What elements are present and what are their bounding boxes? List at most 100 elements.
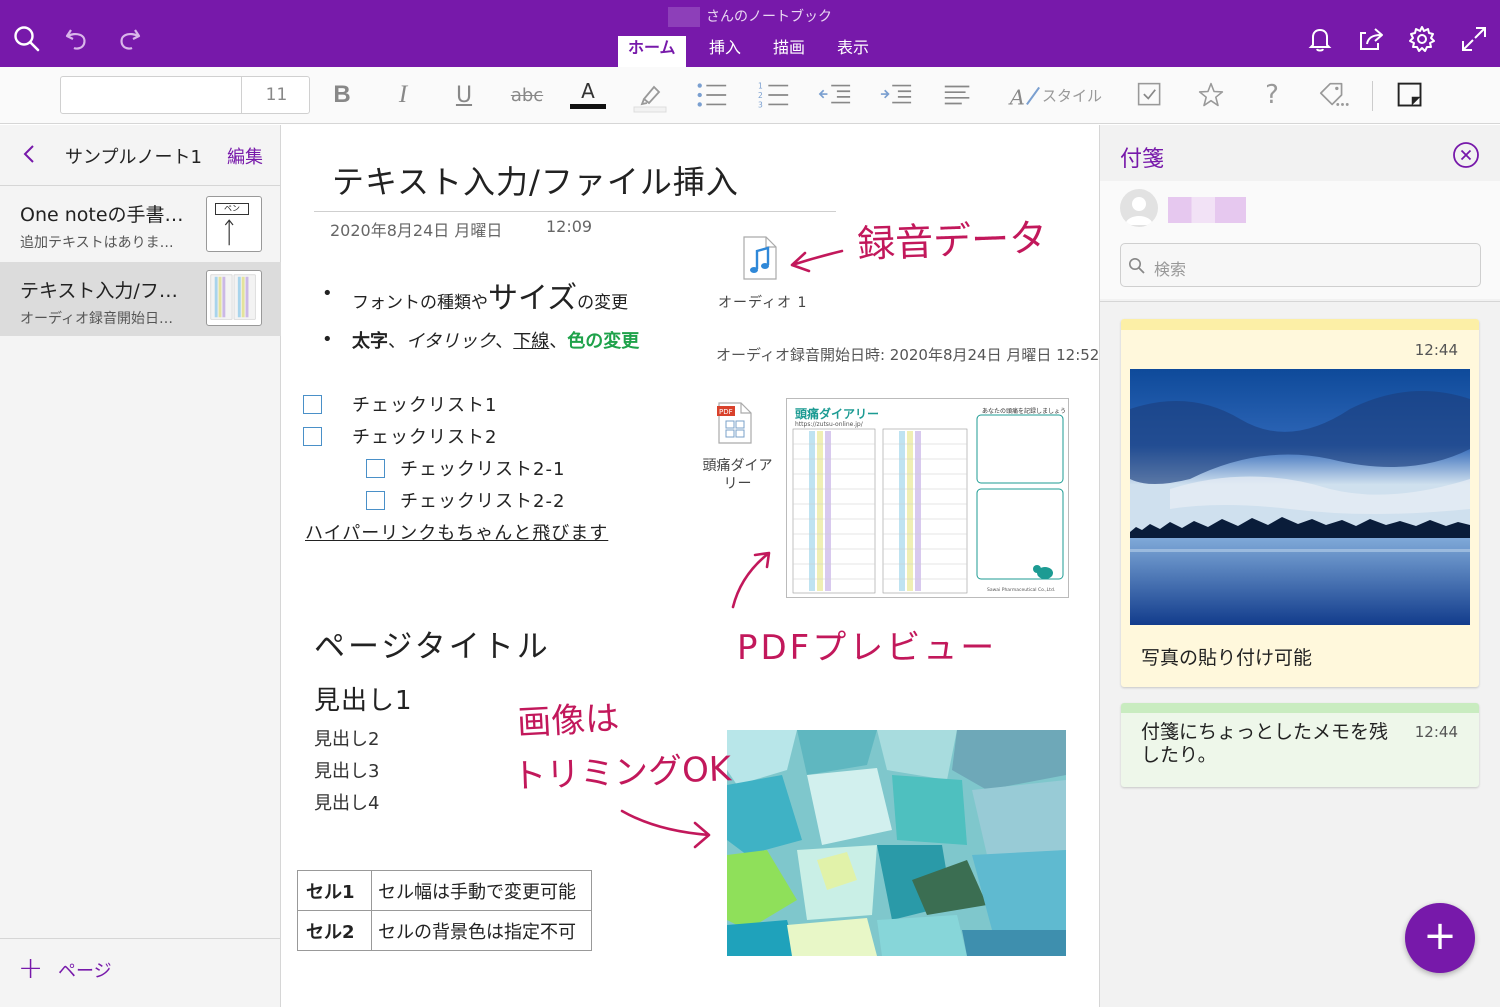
bullet-formatting[interactable]: 太字、イタリック、下線、色の変更 bbox=[352, 327, 639, 353]
ink-pdf-preview: PDFプレビュー bbox=[737, 628, 998, 668]
font-name-field[interactable]: 11 bbox=[60, 76, 310, 114]
tab-insert[interactable]: 挿入 bbox=[699, 36, 751, 67]
bold-text: 太字 bbox=[352, 331, 388, 352]
outdent-icon[interactable] bbox=[817, 77, 853, 113]
checkbox[interactable] bbox=[366, 459, 385, 478]
pdf-preview[interactable]: 頭痛ダイアリー https://zutsu-online.jp/ あなたの頭痛を… bbox=[786, 398, 1069, 598]
checkbox[interactable] bbox=[303, 395, 322, 414]
separator: 、 bbox=[549, 331, 568, 352]
bold-button[interactable]: B bbox=[326, 77, 358, 113]
heading-3[interactable]: 見出し3 bbox=[314, 757, 379, 783]
highlighter-icon[interactable] bbox=[632, 77, 668, 113]
page-item-2[interactable]: テキスト入力/フ… オーディオ録音開始日… bbox=[0, 262, 281, 336]
page-item-1[interactable]: One noteの手書… 追加テキストはありま… ペン bbox=[0, 186, 281, 262]
heading-2[interactable]: 見出し2 bbox=[314, 725, 379, 751]
pdf-file-icon[interactable]: PDF bbox=[717, 401, 753, 445]
checklist-item[interactable]: チェックリスト2 bbox=[352, 423, 497, 449]
bullet-fonts[interactable]: フォントの種類やサイズの変更 bbox=[352, 273, 628, 317]
italic-text: イタリック bbox=[406, 331, 496, 352]
pdf-label-line1: 頭痛ダイア bbox=[702, 458, 773, 474]
share-icon[interactable] bbox=[1356, 24, 1386, 54]
font-color-button[interactable]: A bbox=[569, 77, 607, 113]
tab-home[interactable]: ホーム bbox=[618, 36, 686, 67]
font-size-field[interactable]: 11 bbox=[241, 77, 311, 113]
question-tag-button[interactable]: ? bbox=[1258, 77, 1286, 113]
page-title[interactable]: テキスト入力/ファイル挿入 bbox=[332, 157, 739, 203]
audio-file-icon[interactable] bbox=[742, 235, 778, 281]
table-cell[interactable]: セルの背景色は指定不可 bbox=[371, 910, 592, 951]
expand-icon[interactable] bbox=[1459, 24, 1489, 54]
add-page-button[interactable]: + ページ bbox=[18, 951, 218, 986]
page-list-pane: サンプルノート1 編集 One noteの手書… 追加テキストはありま… ペン … bbox=[0, 125, 281, 1007]
tab-draw[interactable]: 描画 bbox=[763, 36, 815, 67]
style-icon: A bbox=[1008, 85, 1040, 109]
sticky-note[interactable]: 12:44 写真の貼り付け可能 bbox=[1121, 319, 1479, 687]
bullet-text-large: サイズ bbox=[488, 281, 578, 316]
page-item-subtitle: オーディオ録音開始日… bbox=[20, 311, 174, 327]
tag-menu-icon[interactable] bbox=[1316, 77, 1352, 113]
sea-glass-image[interactable] bbox=[727, 730, 1066, 956]
underline-button[interactable]: U bbox=[449, 77, 479, 113]
note-text: 付箋にちょっとしたメモを残したり。 bbox=[1141, 721, 1389, 766]
title-underline bbox=[314, 211, 836, 212]
data-table[interactable]: セル1 セル幅は手動で変更可能 セル2 セルの背景色は指定不可 bbox=[297, 870, 592, 951]
heading-1[interactable]: 見出し1 bbox=[314, 680, 413, 717]
title-bar: さんのノートブック ホーム 挿入 描画 表示 bbox=[0, 0, 1500, 67]
undo-icon[interactable] bbox=[63, 24, 93, 54]
checklist-item[interactable]: チェックリスト2-2 bbox=[400, 487, 565, 513]
bullet-list-icon[interactable] bbox=[694, 77, 730, 113]
redo-icon[interactable] bbox=[113, 24, 143, 54]
chevron-left-icon[interactable] bbox=[18, 143, 40, 165]
checkbox[interactable] bbox=[366, 491, 385, 510]
font-color-glyph: A bbox=[581, 79, 595, 103]
page-time: 12:09 bbox=[546, 217, 593, 236]
table-cell[interactable]: セル1 bbox=[297, 870, 372, 911]
bullet-text: フォントの種類や bbox=[352, 293, 488, 313]
close-icon[interactable] bbox=[1452, 141, 1480, 169]
svg-text:2: 2 bbox=[758, 91, 763, 100]
table-cell[interactable]: セル2 bbox=[297, 910, 372, 951]
colored-text: 色の変更 bbox=[567, 331, 640, 352]
checklist-item[interactable]: チェックリスト2-1 bbox=[400, 455, 565, 481]
outline-title[interactable]: ページタイトル bbox=[314, 621, 551, 666]
separator: 、 bbox=[388, 331, 406, 352]
svg-text:PDF: PDF bbox=[719, 408, 733, 416]
edit-button[interactable]: 編集 bbox=[227, 143, 263, 169]
italic-button[interactable]: I bbox=[388, 77, 418, 113]
table-cell[interactable]: セル幅は手動で変更可能 bbox=[371, 870, 592, 911]
sticky-search-input[interactable]: 検索 bbox=[1120, 243, 1481, 287]
ink-image-trim-line1: 画像は bbox=[516, 698, 621, 744]
table-row: セル2 セルの背景色は指定不可 bbox=[297, 910, 592, 951]
ribbon-toolbar: 11 B I U abc A 123 A スタイル ? bbox=[0, 67, 1500, 124]
tab-view[interactable]: 表示 bbox=[827, 36, 879, 67]
checkbox[interactable] bbox=[303, 427, 322, 446]
audio-label[interactable]: オーディオ 1 bbox=[718, 292, 807, 312]
bell-icon[interactable] bbox=[1305, 24, 1335, 54]
search-icon[interactable] bbox=[12, 24, 42, 54]
todo-checkbox-icon[interactable] bbox=[1134, 77, 1166, 113]
sticky-note[interactable]: 付箋にちょっとしたメモを残したり。 12:44 bbox=[1121, 703, 1479, 787]
note-photo[interactable] bbox=[1130, 369, 1470, 625]
strikethrough-button[interactable]: abc bbox=[508, 77, 546, 113]
sticky-header: 付箋 bbox=[1120, 147, 1165, 172]
page-item-title: テキスト入力/フ… bbox=[20, 280, 178, 302]
ribbon-divider bbox=[1372, 81, 1373, 111]
sticky-note-toggle-icon[interactable] bbox=[1394, 77, 1426, 113]
page-date: 2020年8月24日 月曜日 bbox=[330, 221, 503, 240]
search-placeholder: 検索 bbox=[1154, 260, 1187, 279]
add-page-label: ページ bbox=[58, 961, 112, 982]
numbered-list-icon[interactable]: 123 bbox=[756, 77, 792, 113]
ink-arrow-right bbox=[620, 809, 711, 849]
page-canvas[interactable]: テキスト入力/ファイル挿入 2020年8月24日 月曜日 12:09 • フォン… bbox=[282, 125, 1099, 1007]
heading-4[interactable]: 見出し4 bbox=[314, 789, 379, 815]
star-icon[interactable] bbox=[1195, 77, 1227, 113]
hyperlink[interactable]: ハイパーリンクもちゃんと飛びます bbox=[305, 519, 608, 545]
avatar[interactable] bbox=[1120, 189, 1158, 227]
indent-icon[interactable] bbox=[878, 77, 914, 113]
gear-icon[interactable] bbox=[1407, 24, 1437, 54]
checklist-item[interactable]: チェックリスト1 bbox=[352, 391, 497, 417]
align-icon[interactable] bbox=[940, 77, 976, 113]
note-color-bar bbox=[1121, 703, 1479, 713]
add-note-button[interactable]: + bbox=[1405, 903, 1475, 973]
style-button[interactable]: A スタイル bbox=[1000, 77, 1110, 113]
